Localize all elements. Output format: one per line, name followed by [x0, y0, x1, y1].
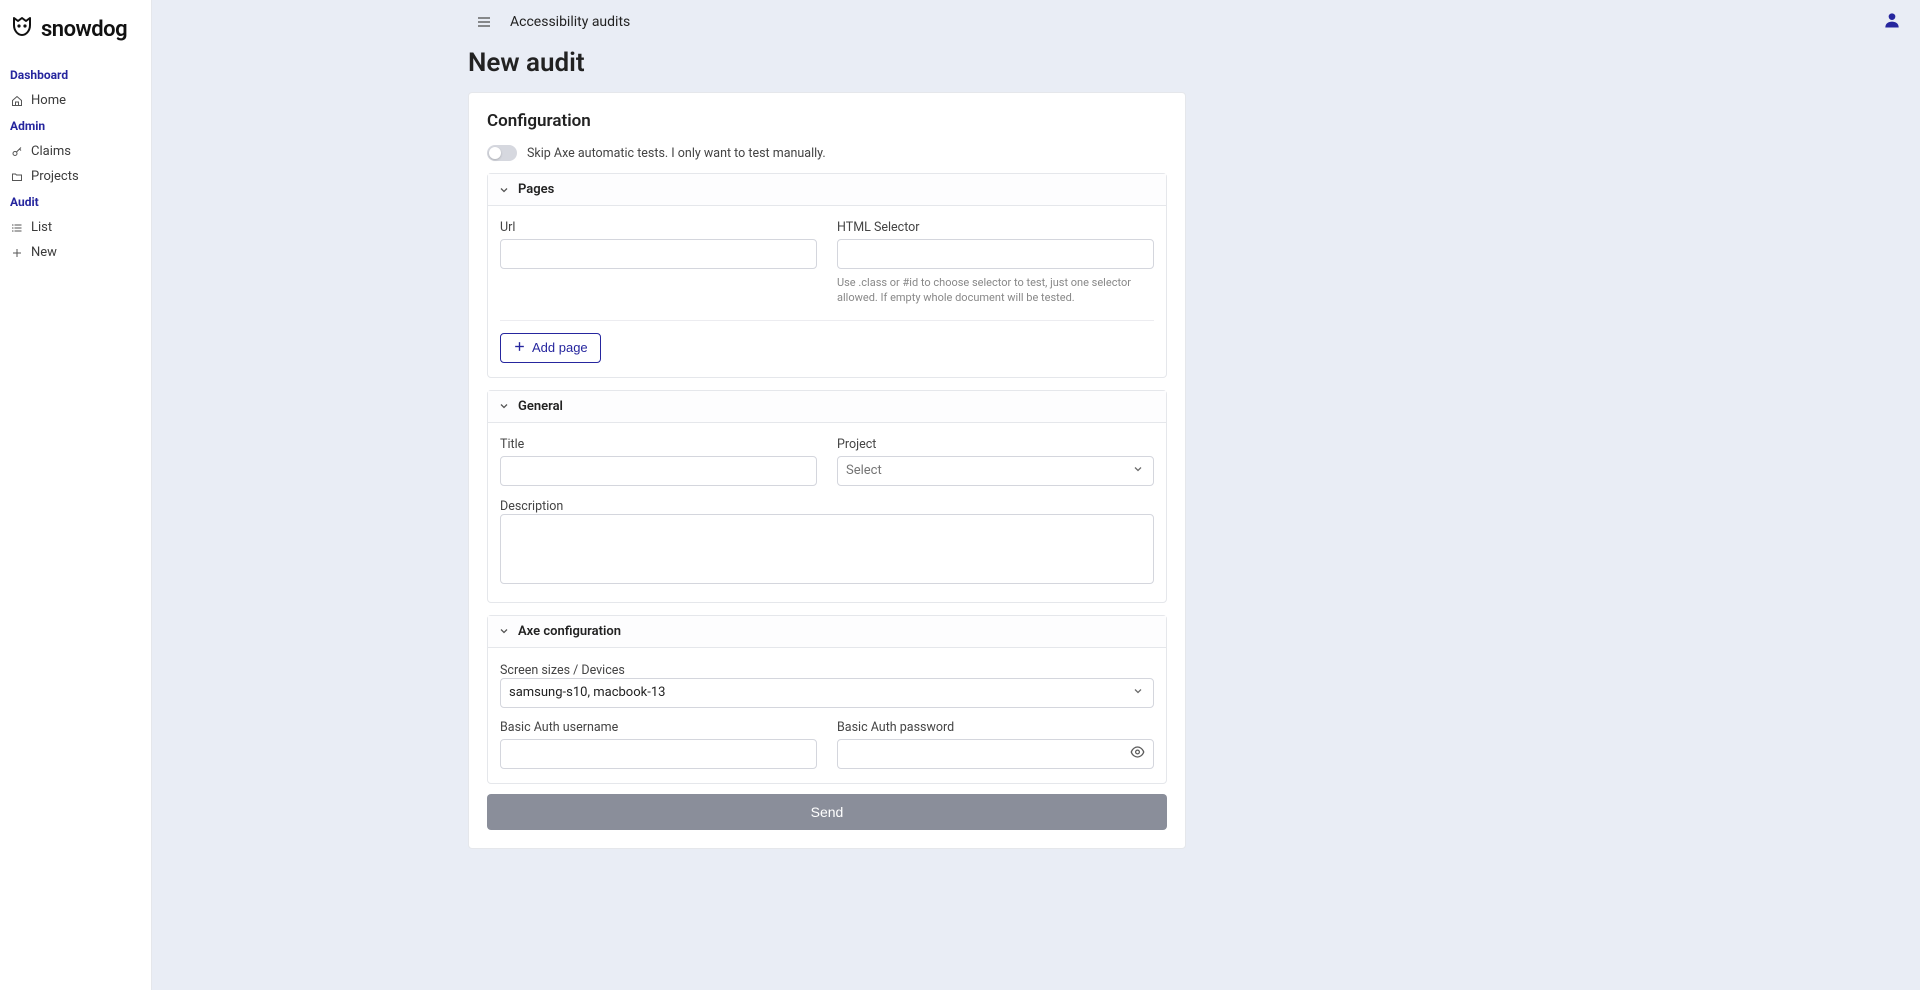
- send-button[interactable]: Send: [487, 794, 1167, 830]
- list-icon: [10, 221, 23, 234]
- panel-general-title: General: [518, 399, 563, 414]
- sidebar-item-list[interactable]: List: [0, 215, 151, 240]
- send-label: Send: [811, 804, 844, 820]
- sidebar-item-claims[interactable]: Claims: [0, 139, 151, 164]
- divider: [500, 320, 1154, 321]
- key-icon: [10, 145, 23, 158]
- menu-toggle-icon[interactable]: [476, 14, 492, 30]
- sidebar-item-label: Claims: [31, 144, 71, 159]
- basic-pass-label: Basic Auth password: [837, 720, 1154, 735]
- panel-axe-title: Axe configuration: [518, 624, 621, 639]
- panel-pages: Pages Url HTML Selector Use .class or: [487, 173, 1167, 378]
- panel-axe-header[interactable]: Axe configuration: [488, 616, 1166, 648]
- config-card: Configuration Skip Axe automatic tests. …: [468, 92, 1186, 849]
- skip-axe-toggle-label: Skip Axe automatic tests. I only want to…: [527, 146, 826, 161]
- nav-section-title-audit: Audit: [0, 189, 151, 215]
- nav-section-admin: Admin Claims Projects: [0, 113, 151, 189]
- brand-logo: snowdog: [0, 0, 151, 62]
- selector-input[interactable]: [837, 239, 1154, 269]
- skip-axe-toggle[interactable]: [487, 145, 517, 161]
- plus-icon: [513, 340, 526, 356]
- plus-icon: [10, 246, 23, 259]
- devices-label: Screen sizes / Devices: [500, 663, 625, 678]
- url-input[interactable]: [500, 239, 817, 269]
- title-label: Title: [500, 437, 817, 452]
- sidebar-item-projects[interactable]: Projects: [0, 164, 151, 189]
- panel-pages-header[interactable]: Pages: [488, 174, 1166, 206]
- main: Accessibility audits New audit Configura…: [152, 0, 1920, 990]
- panel-general-header[interactable]: General: [488, 391, 1166, 423]
- devices-select[interactable]: [500, 678, 1154, 708]
- selector-label: HTML Selector: [837, 220, 1154, 235]
- basic-user-label: Basic Auth username: [500, 720, 817, 735]
- title-input[interactable]: [500, 456, 817, 486]
- project-label: Project: [837, 437, 1154, 452]
- chevron-down-icon: [498, 184, 510, 196]
- home-icon: [10, 94, 23, 107]
- eye-icon[interactable]: [1130, 744, 1145, 763]
- sidebar-item-label: Home: [31, 93, 66, 108]
- topbar: Accessibility audits: [152, 0, 1920, 44]
- folder-icon: [10, 170, 23, 183]
- sidebar: snowdog Dashboard Home Admin Claims: [0, 0, 152, 990]
- panel-pages-title: Pages: [518, 182, 554, 197]
- selector-help: Use .class or #id to choose selector to …: [837, 275, 1154, 306]
- user-menu-icon[interactable]: [1882, 10, 1902, 34]
- panel-general: General Title Project: [487, 390, 1167, 603]
- sidebar-item-label: Projects: [31, 169, 79, 184]
- nav-section-title-admin: Admin: [0, 113, 151, 139]
- basic-user-input[interactable]: [500, 739, 817, 769]
- sidebar-item-label: List: [31, 220, 52, 235]
- brand-text: snowdog: [41, 17, 127, 42]
- panel-axe: Axe configuration Screen sizes / Devices: [487, 615, 1167, 784]
- chevron-down-icon: [498, 400, 510, 412]
- nav-section-title-dashboard: Dashboard: [0, 62, 151, 88]
- config-heading: Configuration: [487, 111, 1167, 131]
- description-input[interactable]: [500, 514, 1154, 584]
- nav-section-audit: Audit List New: [0, 189, 151, 265]
- basic-pass-input[interactable]: [837, 739, 1154, 769]
- description-label: Description: [500, 499, 563, 514]
- sidebar-item-label: New: [31, 245, 57, 260]
- add-page-button[interactable]: Add page: [500, 333, 601, 363]
- project-select[interactable]: [837, 456, 1154, 486]
- sidebar-item-home[interactable]: Home: [0, 88, 151, 113]
- page-title: New audit: [468, 48, 1186, 78]
- chevron-down-icon: [498, 625, 510, 637]
- url-label: Url: [500, 220, 817, 235]
- brand-icon: [10, 14, 34, 44]
- add-page-label: Add page: [532, 340, 588, 355]
- nav-section-dashboard: Dashboard Home: [0, 62, 151, 113]
- sidebar-item-new[interactable]: New: [0, 240, 151, 265]
- topbar-title: Accessibility audits: [510, 14, 630, 30]
